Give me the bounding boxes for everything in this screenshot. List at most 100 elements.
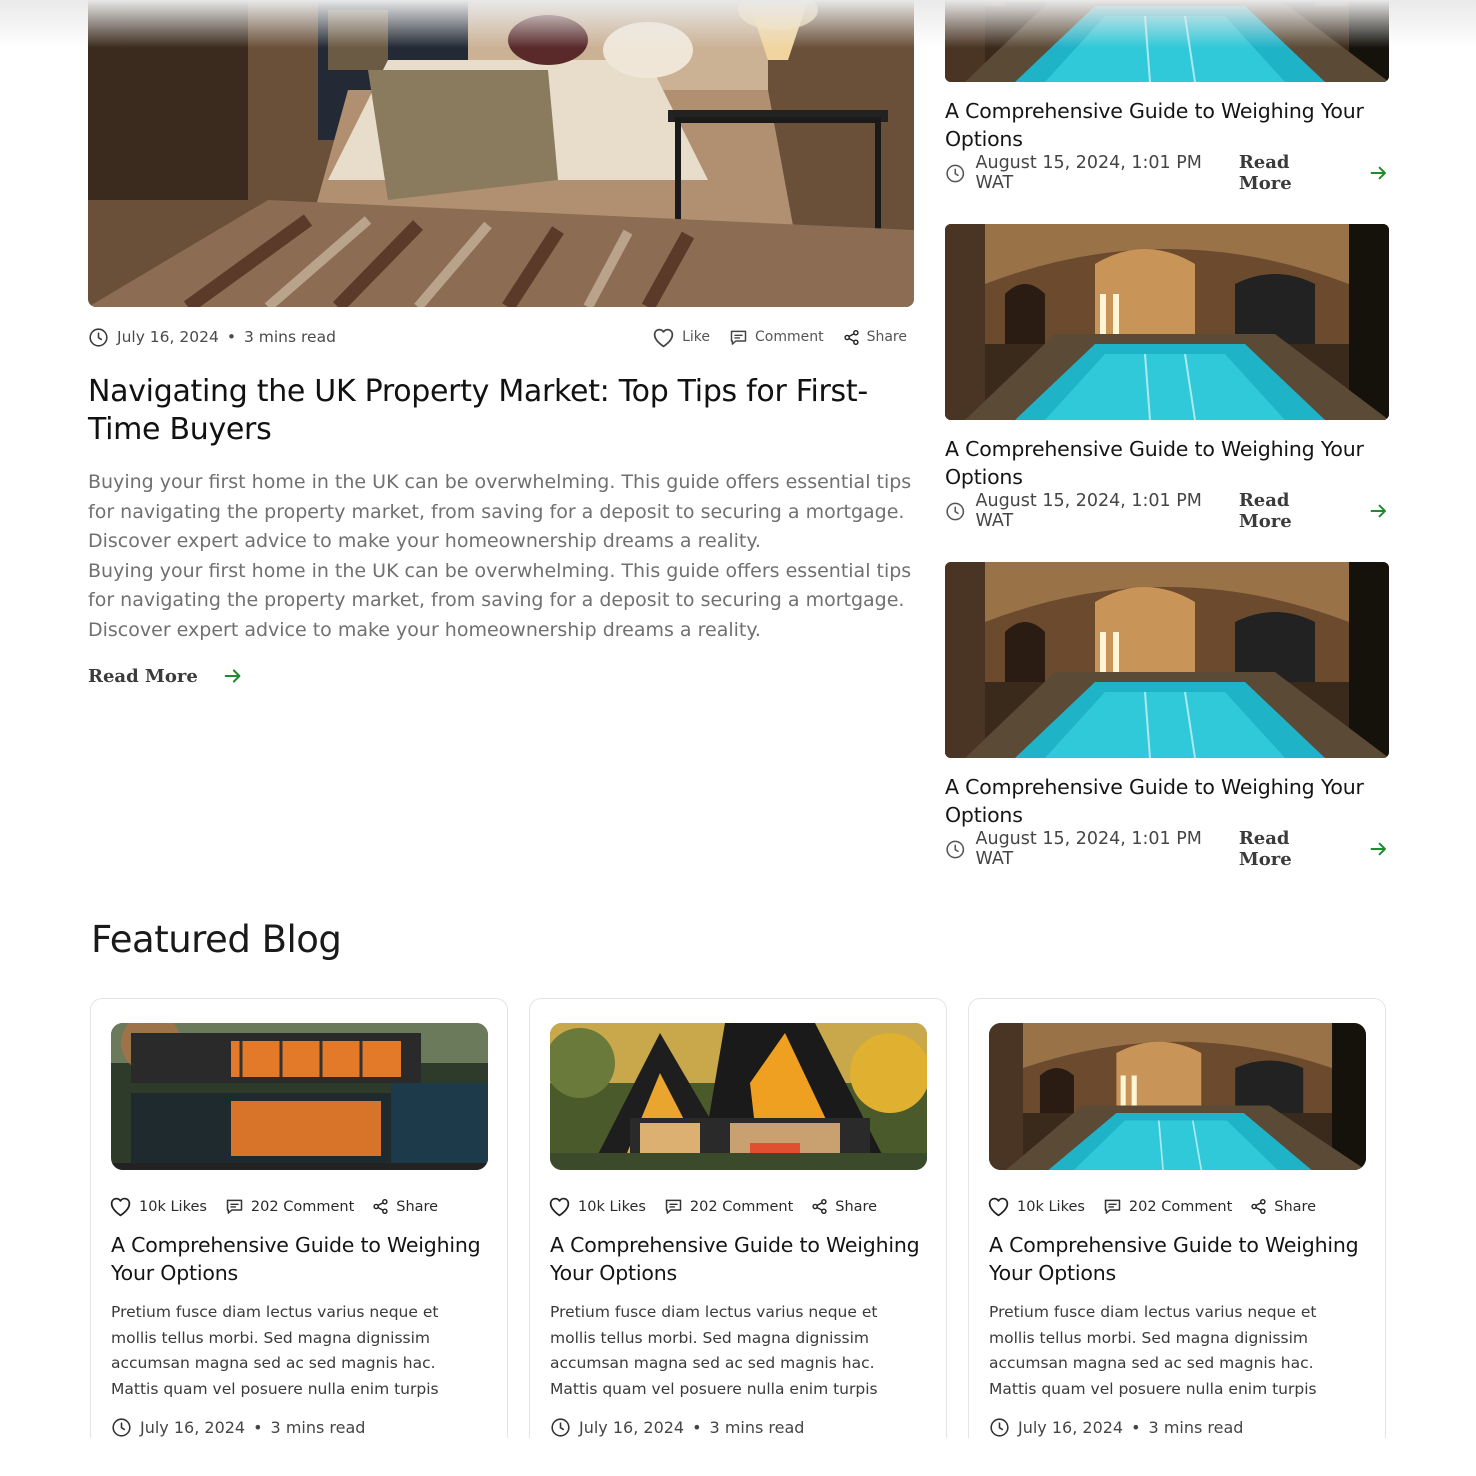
side-read-more-link[interactable]: Read More (1239, 490, 1389, 532)
card-read-time: 3 mins read (1148, 1417, 1244, 1437)
card-meta: July 16, 2024 • 3 mins read (550, 1417, 926, 1438)
share-button[interactable]: Share (810, 1197, 877, 1216)
meta-separator: • (253, 1417, 263, 1437)
main-article-title[interactable]: Navigating the UK Property Market: Top T… (88, 373, 914, 449)
featured-card-image[interactable] (550, 1023, 927, 1170)
card-actions: 10k Likes 202 Comment Share (547, 1194, 926, 1219)
card-title[interactable]: A Comprehensive Guide to Weighing Your O… (550, 1231, 926, 1287)
comment-icon (728, 327, 749, 348)
likes-count: 10k Likes (139, 1198, 207, 1215)
comments-count: 202 Comment (1128, 1198, 1233, 1215)
featured-card-image[interactable] (111, 1023, 488, 1170)
featured-card[interactable]: 10k Likes 202 Comment Share A Comprehens… (968, 998, 1386, 1468)
main-article-date-block: July 16, 2024 • 3 mins read (88, 327, 336, 348)
clock-icon (945, 839, 966, 860)
main-read-more-link[interactable]: Read More (88, 665, 914, 687)
heart-icon (108, 1194, 133, 1219)
like-button[interactable]: 10k Likes (986, 1194, 1085, 1219)
meta-separator: • (226, 328, 236, 346)
arrow-right-icon (222, 665, 244, 687)
likes-count: 10k Likes (578, 1198, 646, 1215)
card-title[interactable]: A Comprehensive Guide to Weighing Your O… (989, 1231, 1365, 1287)
share-icon (1249, 1197, 1268, 1216)
meta-separator: • (692, 1417, 702, 1437)
heart-icon (547, 1194, 572, 1219)
excerpt-paragraph-2: Buying your first home in the UK can be … (88, 559, 912, 641)
side-post-meta: August 15, 2024, 1:01 PM WAT Read More (945, 490, 1389, 532)
clock-icon (88, 327, 109, 348)
share-button[interactable]: Share (842, 328, 907, 347)
like-label: Like (682, 329, 710, 345)
card-read-time: 3 mins read (270, 1417, 366, 1437)
clock-icon (111, 1417, 132, 1438)
side-post: A Comprehensive Guide to Weighing Your O… (945, 0, 1389, 194)
comment-icon (1102, 1196, 1123, 1217)
main-article-actions: Like Comment Share (651, 325, 907, 350)
main-article-read-time: 3 mins read (243, 328, 336, 346)
like-button[interactable]: 10k Likes (547, 1194, 646, 1219)
like-button[interactable]: 10k Likes (108, 1194, 207, 1219)
arrow-right-icon (1368, 838, 1389, 860)
side-post-title[interactable]: A Comprehensive Guide to Weighing Your O… (945, 97, 1389, 153)
featured-card[interactable]: 10k Likes 202 Comment Share A Comprehens… (529, 998, 947, 1468)
comment-button[interactable]: Comment (728, 327, 824, 348)
share-icon (371, 1197, 390, 1216)
card-date: July 16, 2024 (579, 1417, 685, 1437)
comment-button[interactable]: 202 Comment (663, 1196, 793, 1217)
side-post-date: August 15, 2024, 1:01 PM WAT (975, 153, 1202, 193)
share-label: Share (1274, 1198, 1317, 1215)
card-excerpt: Pretium fusce diam lectus varius neque e… (550, 1303, 878, 1399)
side-post-image[interactable] (945, 224, 1389, 420)
main-article-image[interactable] (88, 0, 914, 307)
indoor-pool-photo (989, 1023, 1366, 1170)
read-more-label: Read More (1238, 490, 1292, 532)
read-more-label: Read More (1238, 152, 1292, 194)
comment-button[interactable]: 202 Comment (1102, 1196, 1232, 1217)
side-post: A Comprehensive Guide to Weighing Your O… (945, 562, 1389, 870)
read-more-label: Read More (88, 665, 198, 687)
main-article-meta: July 16, 2024 • 3 mins read Like Comment… (88, 307, 914, 365)
side-post-title[interactable]: A Comprehensive Guide to Weighing Your O… (945, 435, 1389, 491)
comment-button[interactable]: 202 Comment (224, 1196, 354, 1217)
share-icon (810, 1197, 829, 1216)
comments-count: 202 Comment (689, 1198, 794, 1215)
card-read-time: 3 mins read (709, 1417, 805, 1437)
main-article-excerpt: Buying your first home in the UK can be … (88, 468, 914, 645)
main-article-date: July 16, 2024 (117, 328, 219, 346)
side-post-image[interactable] (945, 562, 1389, 758)
clock-icon (989, 1417, 1010, 1438)
side-post-meta: August 15, 2024, 1:01 PM WAT Read More (945, 152, 1389, 194)
bedroom-photo (88, 0, 914, 307)
side-post-image[interactable] (945, 0, 1389, 82)
clock-icon (945, 501, 966, 522)
main-article: July 16, 2024 • 3 mins read Like Comment… (88, 0, 914, 687)
share-label: Share (866, 329, 907, 345)
featured-card-image[interactable] (989, 1023, 1366, 1170)
clock-icon (945, 163, 966, 184)
a-frame-house-photo (550, 1023, 927, 1170)
share-icon (842, 328, 861, 347)
share-button[interactable]: Share (371, 1197, 438, 1216)
share-label: Share (835, 1198, 878, 1215)
comment-label: Comment (755, 329, 824, 345)
comments-count: 202 Comment (250, 1198, 355, 1215)
card-excerpt: Pretium fusce diam lectus varius neque e… (111, 1303, 439, 1399)
side-post: A Comprehensive Guide to Weighing Your O… (945, 224, 1389, 532)
card-title[interactable]: A Comprehensive Guide to Weighing Your O… (111, 1231, 487, 1287)
viewport-bottom-edge (0, 1438, 1476, 1476)
share-label: Share (396, 1198, 439, 1215)
arrow-right-icon (1368, 162, 1389, 184)
card-meta: July 16, 2024 • 3 mins read (111, 1417, 487, 1438)
indoor-pool-photo (945, 224, 1389, 420)
like-button[interactable]: Like (651, 325, 710, 350)
card-meta: July 16, 2024 • 3 mins read (989, 1417, 1365, 1438)
share-button[interactable]: Share (1249, 1197, 1316, 1216)
side-post-title[interactable]: A Comprehensive Guide to Weighing Your O… (945, 773, 1389, 829)
container-house-photo (111, 1023, 488, 1170)
indoor-pool-photo (945, 0, 1389, 82)
card-date: July 16, 2024 (1018, 1417, 1124, 1437)
side-read-more-link[interactable]: Read More (1239, 828, 1389, 870)
featured-card[interactable]: 10k Likes 202 Comment Share A Comprehens… (90, 998, 508, 1468)
featured-blog-heading: Featured Blog (91, 918, 342, 961)
side-read-more-link[interactable]: Read More (1239, 152, 1389, 194)
